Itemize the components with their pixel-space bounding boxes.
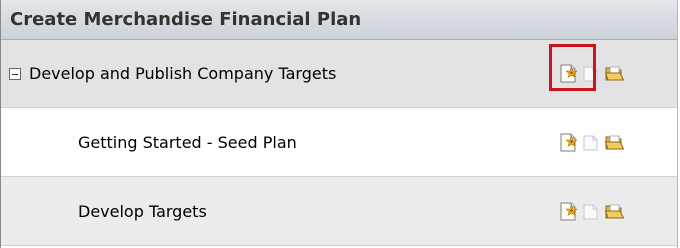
page-icon[interactable] bbox=[581, 132, 602, 153]
task-row[interactable]: Develop Targets bbox=[1, 177, 677, 246]
task-group-label[interactable]: Develop and Publish Company Targets bbox=[29, 64, 336, 83]
page-icon[interactable] bbox=[581, 201, 602, 222]
task-label[interactable]: Develop Targets bbox=[78, 202, 207, 221]
merchandise-plan-panel: Create Merchandise Financial Plan Develo… bbox=[0, 0, 678, 248]
task-actions bbox=[558, 177, 625, 245]
collapse-icon[interactable] bbox=[9, 67, 21, 80]
open-folder-icon[interactable] bbox=[604, 201, 625, 222]
task-actions bbox=[558, 108, 625, 176]
task-row[interactable]: Getting Started - Seed Plan bbox=[1, 108, 677, 177]
task-label[interactable]: Getting Started - Seed Plan bbox=[78, 133, 297, 152]
panel-title: Create Merchandise Financial Plan bbox=[10, 9, 362, 30]
highlight-box bbox=[549, 44, 596, 91]
task-group-row[interactable]: Develop and Publish Company Targets bbox=[1, 40, 677, 108]
panel-title-bar: Create Merchandise Financial Plan bbox=[1, 0, 677, 40]
open-folder-icon[interactable] bbox=[604, 132, 625, 153]
new-document-icon[interactable] bbox=[558, 132, 579, 153]
open-folder-icon[interactable] bbox=[604, 63, 625, 84]
new-document-icon[interactable] bbox=[558, 201, 579, 222]
